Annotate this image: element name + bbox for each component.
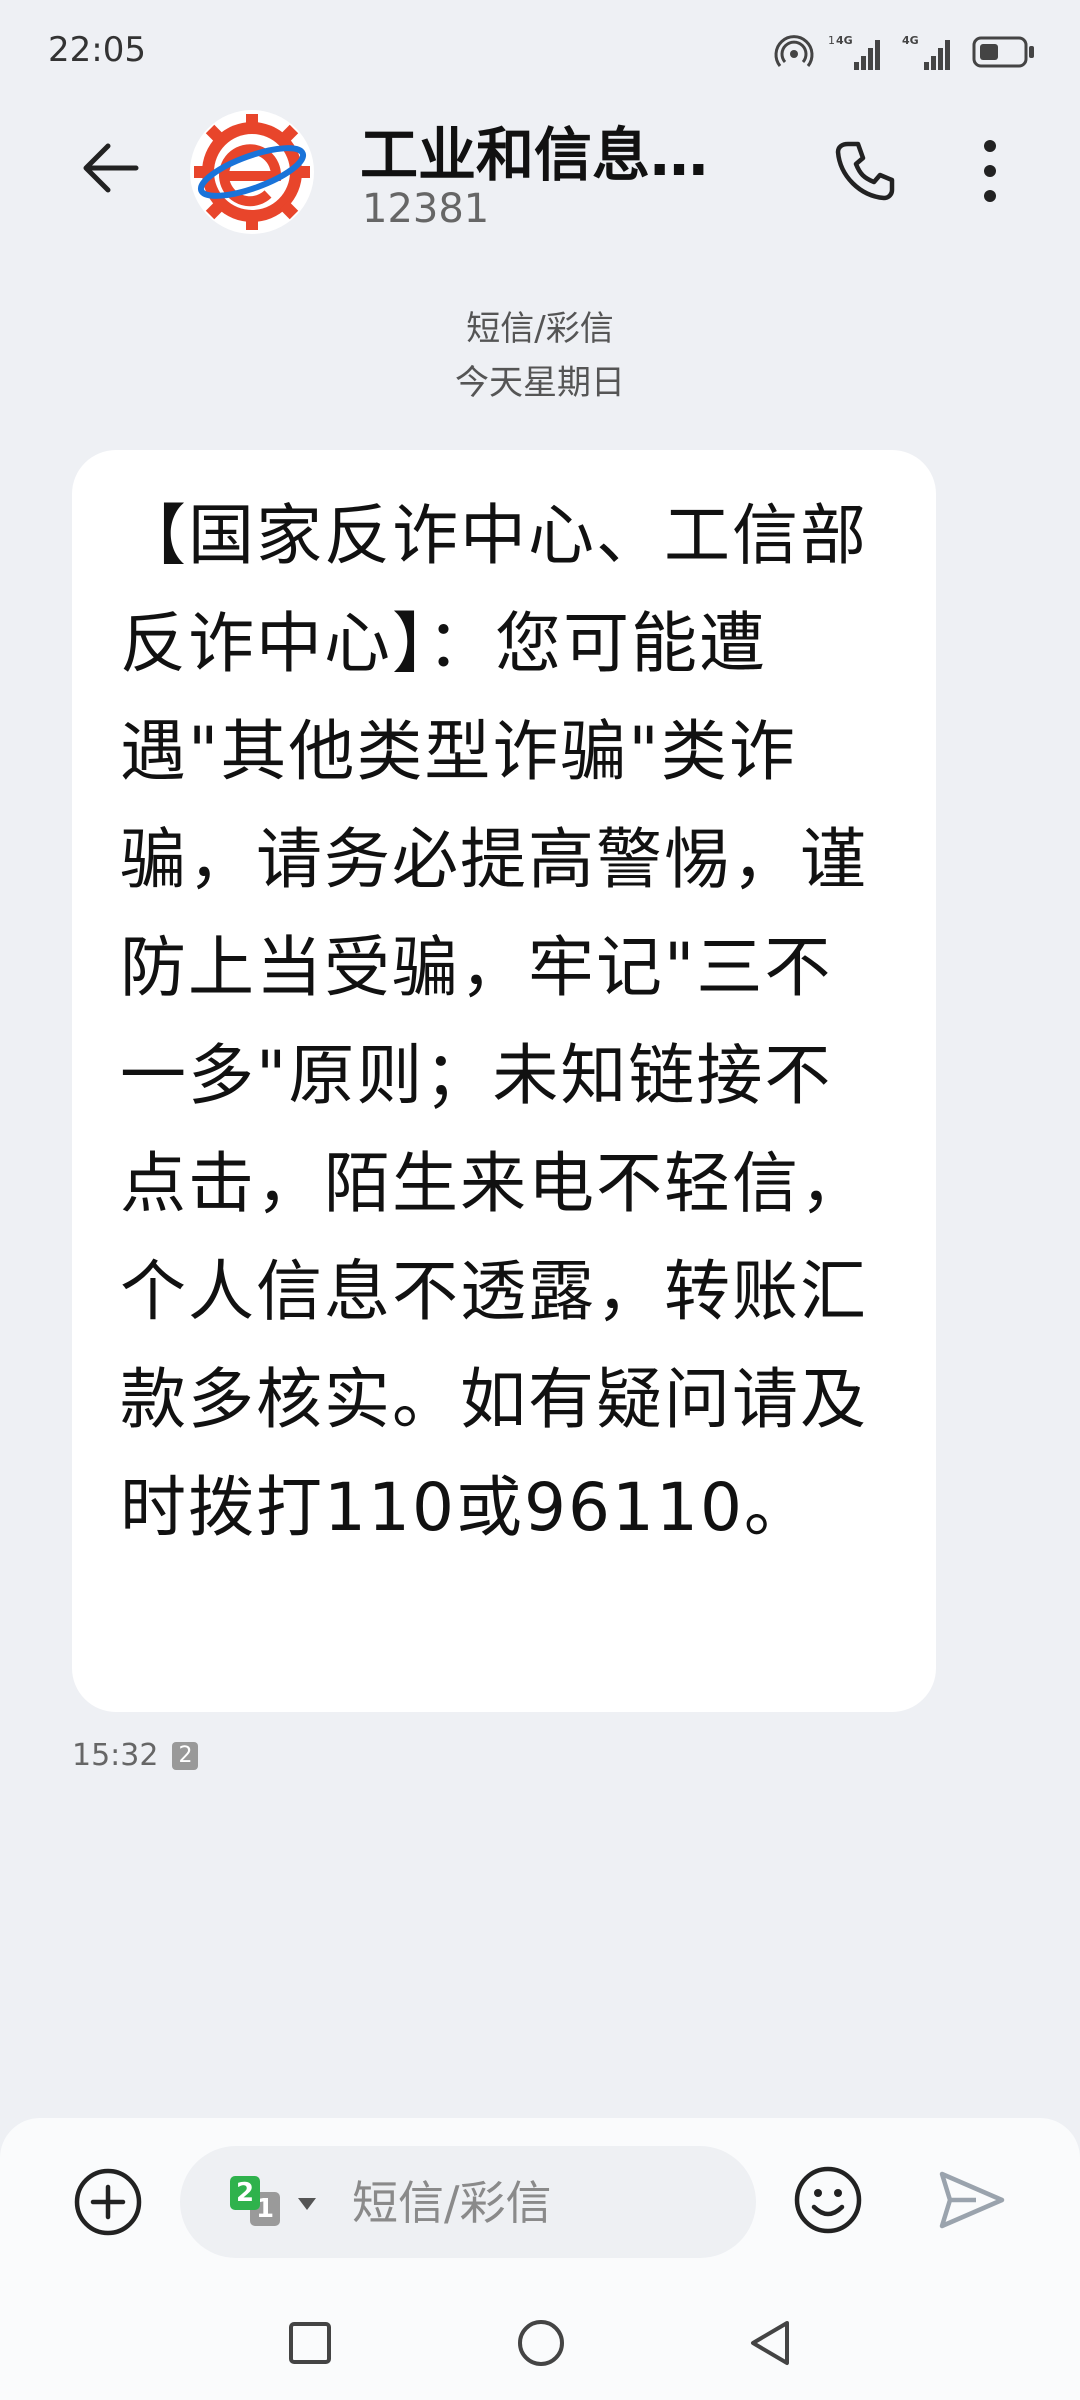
contact-avatar[interactable] — [190, 110, 314, 234]
signal-4g-sim1-icon: 1 4G — [828, 32, 886, 72]
sim-primary-badge: 2 — [230, 2176, 260, 2210]
date-label: 今天星期日 — [455, 363, 625, 403]
message-text: 【国家反诈中心、工信部反诈中心】：您可能遭遇"其他类型诈骗"类诈骗，请务必提高警… — [120, 497, 868, 1546]
add-circle-icon — [73, 2167, 143, 2241]
conversation-header: 工业和信息化... 12381 — [0, 100, 1080, 300]
home-button[interactable] — [506, 2310, 576, 2380]
sim-badge: 2 — [172, 1741, 199, 1770]
contact-number: 12381 — [362, 186, 490, 232]
back-arrow-icon — [78, 136, 142, 204]
back-button[interactable] — [70, 130, 150, 210]
back-nav-button[interactable] — [735, 2310, 805, 2380]
triangle-back-icon — [745, 2317, 795, 2373]
send-button[interactable] — [932, 2164, 1012, 2240]
message-input-container: 1 2 — [180, 2146, 756, 2258]
svg-text:4G: 4G — [836, 34, 853, 47]
more-options-button[interactable] — [950, 128, 1030, 218]
send-arrow-icon — [936, 2168, 1008, 2236]
svg-text:1: 1 — [828, 34, 835, 47]
status-bar: 22:05 1 4G 4G — [0, 0, 1080, 100]
sim-selector[interactable]: 1 2 — [230, 2176, 330, 2232]
miit-logo-icon — [194, 114, 310, 230]
hotspot-icon — [774, 32, 814, 72]
message-input[interactable] — [350, 2166, 734, 2240]
battery-icon — [972, 35, 1036, 69]
system-nav-bar — [0, 2290, 1080, 2400]
message-bubble[interactable]: 【国家反诈中心、工信部反诈中心】：您可能遭遇"其他类型诈骗"类诈骗，请务必提高警… — [72, 450, 936, 1712]
conversation-meta: 短信/彩信 今天星期日 — [0, 302, 1080, 410]
chevron-down-icon — [296, 2196, 318, 2216]
square-icon — [286, 2319, 334, 2371]
phone-icon — [830, 136, 900, 210]
add-attachment-button[interactable] — [72, 2168, 144, 2240]
status-icons: 1 4G 4G — [774, 30, 1036, 74]
contact-name[interactable]: 工业和信息化... — [360, 108, 760, 192]
call-button[interactable] — [820, 128, 910, 218]
message-time: 15:32 — [72, 1738, 159, 1773]
status-time: 22:05 — [48, 30, 146, 70]
smiley-icon — [793, 2165, 863, 2239]
svg-text:4G: 4G — [902, 34, 919, 47]
message-meta: 15:32 2 — [72, 1738, 199, 1773]
emoji-button[interactable] — [790, 2164, 866, 2240]
recents-button[interactable] — [275, 2310, 345, 2380]
signal-4g-sim2-icon: 4G — [900, 32, 958, 72]
circle-icon — [515, 2317, 567, 2373]
message-type-label: 短信/彩信 — [466, 309, 614, 349]
more-vertical-icon — [980, 136, 1000, 210]
